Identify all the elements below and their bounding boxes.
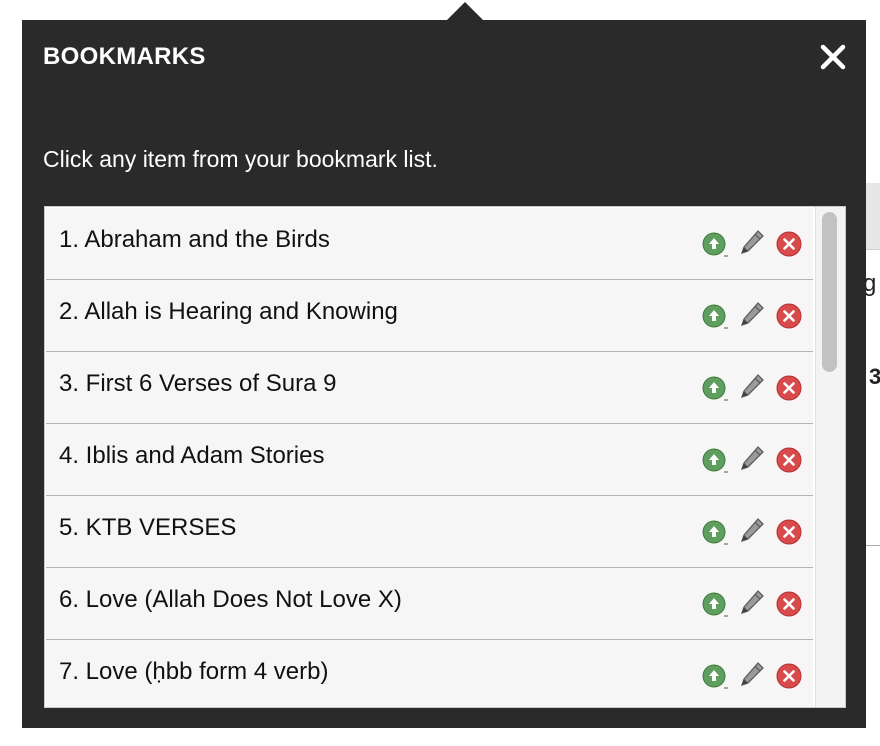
move-up-button[interactable] [702, 448, 728, 473]
edit-button[interactable] [738, 516, 764, 542]
delete-button[interactable] [776, 591, 802, 617]
delete-button[interactable] [776, 663, 802, 689]
edit-button[interactable] [738, 588, 764, 614]
pencil-icon [741, 518, 764, 542]
bookmark-label: 3. First 6 Verses of Sura 9 [59, 370, 337, 397]
pencil-icon [741, 662, 764, 686]
bookmark-rows: 1. Abraham and the Birds 2. Allah is Hea [46, 208, 813, 707]
bookmark-label: 7. Love (ḥbb form 4 verb) [59, 658, 329, 685]
bookmarks-popover: BOOKMARKS Click any item from your bookm… [22, 2, 866, 728]
background-number: 3 [869, 364, 880, 389]
popover-title: BOOKMARKS [43, 43, 206, 70]
arrow-up-circle-icon [702, 592, 728, 617]
pencil-icon [741, 374, 764, 398]
bookmark-label: 1. Abraham and the Birds [59, 226, 330, 253]
bookmark-item[interactable]: 3. First 6 Verses of Sura 9 [46, 352, 813, 424]
pencil-icon [741, 230, 764, 254]
arrow-up-circle-icon [702, 376, 728, 401]
scrollbar[interactable] [815, 207, 845, 707]
pencil-icon [741, 446, 764, 470]
scrollbar-thumb[interactable] [822, 212, 837, 372]
bookmark-item[interactable]: 4. Iblis and Adam Stories [46, 424, 813, 496]
bookmark-label: 5. KTB VERSES [59, 514, 237, 541]
instructions-text: Click any item from your bookmark list. [43, 146, 438, 172]
arrow-up-circle-icon [702, 664, 728, 689]
delete-x-circle-icon [776, 303, 802, 329]
bookmark-item[interactable]: 6. Love (Allah Does Not Love X) [46, 568, 813, 640]
delete-button[interactable] [776, 231, 802, 257]
delete-button[interactable] [776, 447, 802, 473]
bookmark-item[interactable]: 1. Abraham and the Birds [46, 208, 813, 280]
delete-button[interactable] [776, 375, 802, 401]
bookmark-label: 2. Allah is Hearing and Knowing [59, 298, 398, 325]
bookmark-item[interactable]: 2. Allah is Hearing and Knowing [46, 280, 813, 352]
edit-button[interactable] [738, 228, 764, 254]
delete-x-circle-icon [776, 591, 802, 617]
delete-button[interactable] [776, 303, 802, 329]
delete-x-circle-icon [776, 375, 802, 401]
delete-x-circle-icon [776, 231, 802, 257]
bookmark-label: 6. Love (Allah Does Not Love X) [59, 586, 402, 613]
bookmark-list: 1. Abraham and the Birds 2. Allah is Hea [44, 206, 846, 708]
bookmark-label: 4. Iblis and Adam Stories [59, 442, 325, 469]
close-icon [820, 44, 846, 70]
pencil-icon [741, 590, 764, 614]
arrow-up-circle-icon [702, 304, 728, 329]
arrow-up-circle-icon [702, 448, 728, 473]
popover-caret [447, 2, 483, 20]
delete-x-circle-icon [776, 663, 802, 689]
delete-x-circle-icon [776, 447, 802, 473]
arrow-up-circle-icon [702, 520, 728, 545]
move-up-button[interactable] [702, 520, 728, 545]
edit-button[interactable] [738, 444, 764, 470]
bookmark-item[interactable]: 7. Love (ḥbb form 4 verb) [46, 640, 813, 707]
bookmark-item[interactable]: 5. KTB VERSES [46, 496, 813, 568]
pencil-icon [741, 302, 764, 326]
move-up-button[interactable] [702, 232, 728, 257]
move-up-button[interactable] [702, 592, 728, 617]
move-up-button[interactable] [702, 664, 728, 689]
delete-button[interactable] [776, 519, 802, 545]
move-up-button[interactable] [702, 376, 728, 401]
delete-x-circle-icon [776, 519, 802, 545]
edit-button[interactable] [738, 660, 764, 686]
edit-button[interactable] [738, 372, 764, 398]
edit-button[interactable] [738, 300, 764, 326]
move-up-button[interactable] [702, 304, 728, 329]
arrow-up-circle-icon [702, 232, 728, 257]
close-button[interactable] [816, 40, 850, 74]
